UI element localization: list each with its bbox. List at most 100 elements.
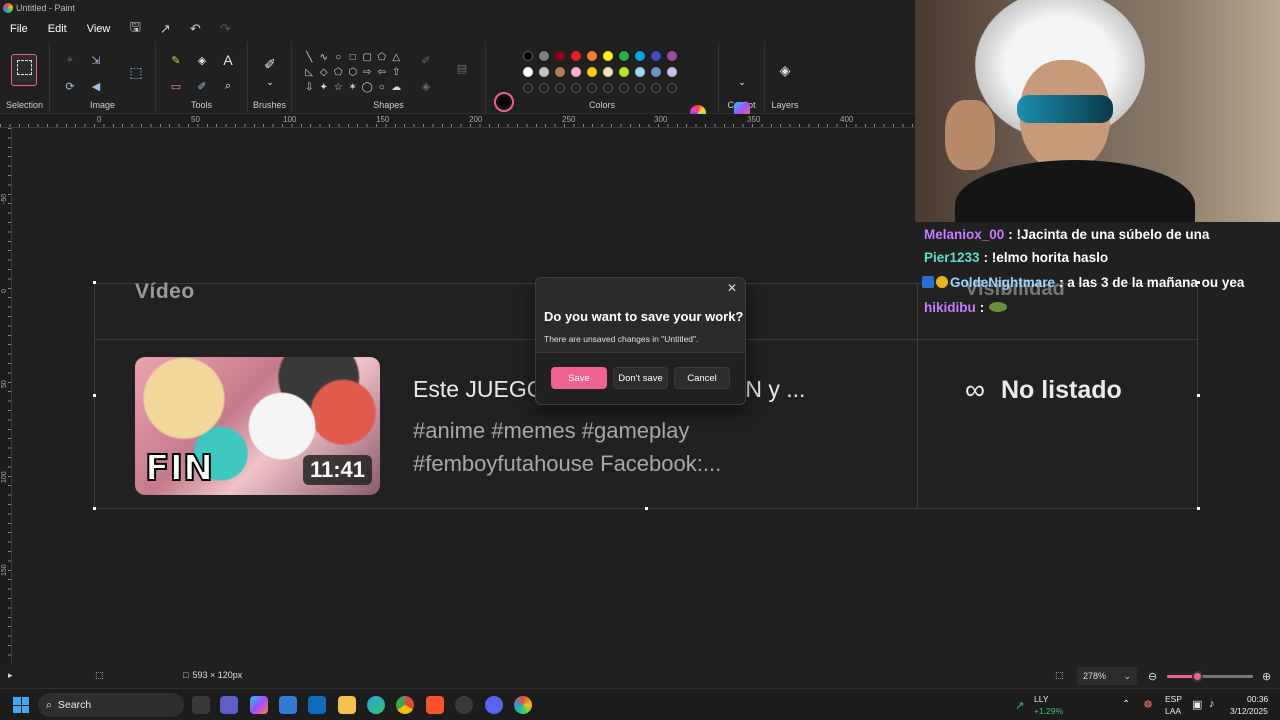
menu-edit[interactable]: Edit bbox=[38, 16, 77, 42]
star5-shape-icon[interactable]: ☆ bbox=[331, 80, 346, 95]
color-swatch[interactable] bbox=[651, 67, 661, 77]
color-swatch[interactable] bbox=[587, 51, 597, 61]
save-icon[interactable]: 🖫 bbox=[120, 16, 150, 42]
custom-color-swatch[interactable] bbox=[603, 83, 613, 93]
custom-color-swatch[interactable] bbox=[651, 83, 661, 93]
custom-color-swatch[interactable] bbox=[635, 83, 645, 93]
diamond-shape-icon[interactable]: ◇ bbox=[317, 65, 332, 80]
color-swatch[interactable] bbox=[619, 51, 629, 61]
custom-color-swatch[interactable] bbox=[667, 83, 677, 93]
color-swatch[interactable] bbox=[587, 67, 597, 77]
resize-handle[interactable] bbox=[93, 281, 96, 284]
zoom-out-icon[interactable]: ⊖ bbox=[1148, 670, 1157, 683]
color-picker-icon[interactable]: ✐ bbox=[194, 78, 210, 94]
star6-shape-icon[interactable]: ✶ bbox=[346, 80, 361, 95]
file-explorer-icon[interactable] bbox=[338, 696, 356, 714]
color-swatch[interactable] bbox=[539, 67, 549, 77]
edge-icon[interactable] bbox=[367, 696, 385, 714]
arrow-up-shape-icon[interactable]: ⇧ bbox=[389, 65, 404, 80]
taskbar-search[interactable]: ⌕ Search bbox=[38, 693, 184, 717]
color-swatch[interactable] bbox=[571, 51, 581, 61]
zoom-dropdown[interactable]: 278% ⌄ bbox=[1077, 667, 1137, 685]
text-icon[interactable]: A bbox=[220, 52, 236, 68]
pencil-icon[interactable]: ✎ bbox=[168, 52, 184, 68]
share-icon[interactable]: ↗ bbox=[150, 16, 180, 42]
custom-color-swatch[interactable] bbox=[539, 83, 549, 93]
redo-icon[interactable]: ↷ bbox=[210, 16, 240, 42]
volume-icon[interactable]: ♪ bbox=[1209, 698, 1215, 710]
undo-icon[interactable]: ↶ bbox=[180, 16, 210, 42]
resize-handle[interactable] bbox=[93, 507, 96, 510]
resize-icon[interactable]: ⇲ bbox=[88, 52, 104, 68]
crop-icon[interactable]: ⌖ bbox=[62, 52, 78, 68]
color-swatch[interactable] bbox=[523, 51, 533, 61]
arrow-right-shape-icon[interactable]: ⇨ bbox=[360, 65, 375, 80]
dont-save-button[interactable]: Don't save bbox=[613, 367, 668, 389]
color1-swatch[interactable] bbox=[494, 92, 514, 112]
brave-icon[interactable] bbox=[426, 696, 444, 714]
color-swatch[interactable] bbox=[603, 67, 613, 77]
callout-round-shape-icon[interactable]: ◯ bbox=[360, 80, 375, 95]
magnifier-icon[interactable]: ⌕ bbox=[220, 78, 236, 94]
chevron-up-icon[interactable]: ⌃ bbox=[1122, 699, 1130, 710]
microphone-icon[interactable]: ☸ bbox=[1143, 698, 1153, 711]
polygon-shape-icon[interactable]: ⬠ bbox=[375, 50, 390, 65]
custom-color-swatch[interactable] bbox=[555, 83, 565, 93]
zoom-slider-thumb[interactable] bbox=[1192, 671, 1204, 682]
custom-color-swatch[interactable] bbox=[619, 83, 629, 93]
color-swatch[interactable] bbox=[651, 51, 661, 61]
zoom-in-icon[interactable]: ⊕ bbox=[1262, 670, 1271, 683]
color-swatch[interactable] bbox=[635, 67, 645, 77]
resize-handle[interactable] bbox=[645, 507, 648, 510]
task-view-icon[interactable] bbox=[192, 696, 210, 714]
arrow-down-shape-icon[interactable]: ⇩ bbox=[302, 80, 317, 95]
custom-color-swatch[interactable] bbox=[571, 83, 581, 93]
outline-icon[interactable]: ✐ bbox=[418, 52, 434, 68]
chevron-down-icon[interactable]: ⌄ bbox=[262, 74, 278, 90]
zoom-slider[interactable] bbox=[1167, 671, 1253, 682]
callout-oval-shape-icon[interactable]: ○ bbox=[375, 80, 390, 95]
right-triangle-shape-icon[interactable]: ◺ bbox=[302, 65, 317, 80]
paint-taskbar-icon[interactable] bbox=[514, 696, 532, 714]
color-swatch[interactable] bbox=[667, 51, 677, 61]
hexagon-shape-icon[interactable]: ⬡ bbox=[346, 65, 361, 80]
cloud-shape-icon[interactable]: ☁ bbox=[389, 80, 404, 95]
resize-handle[interactable] bbox=[93, 394, 96, 397]
rounded-rect-shape-icon[interactable]: ▢ bbox=[360, 50, 375, 65]
shape-style-icon[interactable]: ▤ bbox=[454, 60, 470, 76]
menu-file[interactable]: File bbox=[0, 16, 38, 42]
arrow-left-shape-icon[interactable]: ⇦ bbox=[375, 65, 390, 80]
obs-icon[interactable] bbox=[455, 696, 473, 714]
color-swatch[interactable] bbox=[667, 67, 677, 77]
save-button[interactable]: Save bbox=[551, 367, 607, 389]
language-code[interactable]: ESP bbox=[1165, 694, 1182, 704]
triangle-shape-icon[interactable]: △ bbox=[389, 50, 404, 65]
stock-name[interactable]: LLY bbox=[1034, 694, 1049, 704]
selection-tool-button[interactable] bbox=[11, 54, 37, 86]
rotate-icon[interactable]: ⟳ bbox=[62, 78, 78, 94]
layers-icon[interactable]: ◈ bbox=[777, 62, 793, 78]
store-icon[interactable] bbox=[279, 696, 297, 714]
discord-icon[interactable] bbox=[485, 696, 503, 714]
chrome-icon[interactable] bbox=[396, 696, 414, 714]
flip-icon[interactable]: ◀ bbox=[88, 78, 104, 94]
chevron-down-icon[interactable]: ⌄ bbox=[734, 74, 750, 90]
resize-handle[interactable] bbox=[1197, 394, 1200, 397]
fill-icon[interactable]: ◈ bbox=[194, 52, 210, 68]
custom-color-swatch[interactable] bbox=[523, 83, 533, 93]
fit-to-window-icon[interactable]: ⬚ bbox=[1055, 670, 1064, 681]
network-icon[interactable]: ▣ bbox=[1192, 698, 1202, 711]
clock-time[interactable]: 00:36 bbox=[1247, 694, 1268, 704]
menu-view[interactable]: View bbox=[77, 16, 121, 42]
brush-icon[interactable]: ✐ bbox=[262, 56, 278, 72]
close-icon[interactable]: ✕ bbox=[725, 281, 739, 295]
star4-shape-icon[interactable]: ✦ bbox=[317, 80, 332, 95]
curve-shape-icon[interactable]: ∿ bbox=[317, 50, 332, 65]
shape-fill-icon[interactable]: ◈ bbox=[418, 78, 434, 94]
oval-shape-icon[interactable]: ○ bbox=[331, 50, 346, 65]
color-swatch[interactable] bbox=[555, 67, 565, 77]
color-swatch[interactable] bbox=[603, 51, 613, 61]
cancel-button[interactable]: Cancel bbox=[674, 367, 730, 389]
color-swatch[interactable] bbox=[619, 67, 629, 77]
rectangle-shape-icon[interactable]: □ bbox=[346, 50, 361, 65]
